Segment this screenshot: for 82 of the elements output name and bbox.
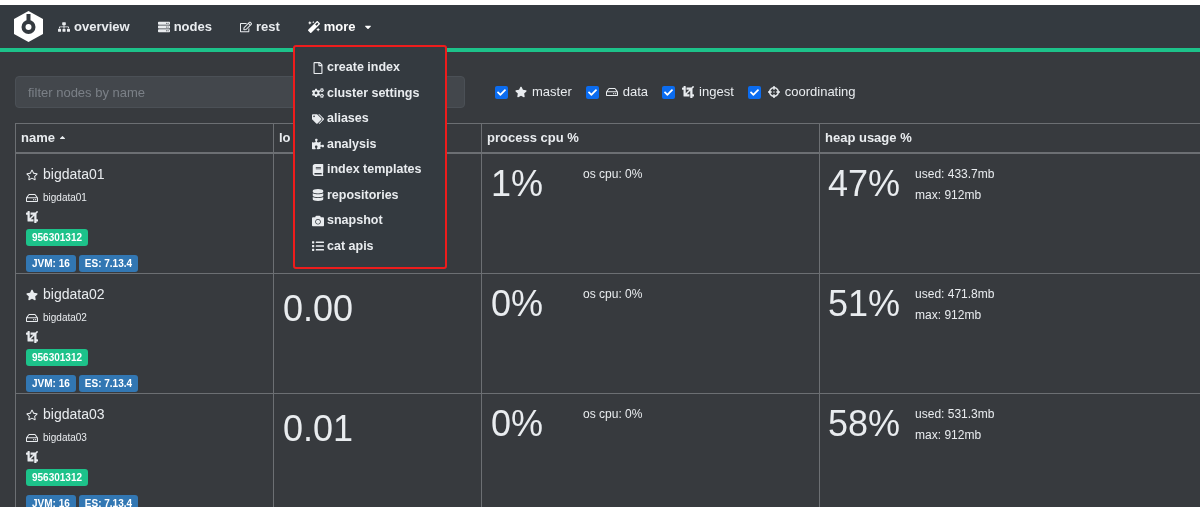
column-header: lo	[279, 129, 291, 148]
checkbox-label: coordinating	[784, 83, 856, 102]
os-cpu-text: os cpu: 0%	[583, 286, 643, 303]
crop-icon	[26, 211, 38, 223]
nav-link[interactable]: overview	[58, 16, 130, 37]
heap-max-text: max: 912mb	[915, 427, 983, 444]
tags-icon	[312, 112, 324, 125]
load-value: 0.01	[283, 408, 354, 449]
checkbox-label: data	[622, 83, 649, 102]
puzzle-icon	[312, 138, 324, 151]
column-header: process cpu %	[487, 129, 579, 148]
node-name: bigdata02	[43, 285, 105, 304]
checkbox-label: master	[532, 83, 572, 102]
checkbox[interactable]	[585, 85, 599, 99]
host-name: bigdata02	[43, 311, 87, 325]
menu-item[interactable]: cat apis	[295, 233, 445, 259]
cpu-value: 0%	[491, 282, 544, 326]
nav-link[interactable]: more	[307, 16, 373, 37]
version-badge: ES: 7.13.4	[78, 495, 139, 507]
list-icon	[312, 240, 324, 253]
checkbox[interactable]	[662, 85, 676, 99]
node-name: bigdata01	[43, 165, 105, 184]
host-name: bigdata03	[43, 431, 87, 445]
version-badge: JVM: 16	[26, 495, 76, 507]
heap-used-text: used: 471.8mb	[915, 286, 995, 303]
column-header: heap usage %	[825, 129, 912, 148]
menu-item[interactable]: aliases	[295, 106, 445, 132]
heap-value: 47%	[828, 162, 901, 206]
hard-drive-icon	[26, 431, 38, 444]
checkbox[interactable]	[747, 85, 761, 99]
version-badge: ES: 7.13.4	[78, 375, 139, 392]
heap-max-text: max: 912mb	[915, 187, 983, 204]
file-icon	[312, 61, 324, 74]
check-icon	[497, 87, 506, 97]
check-icon	[587, 87, 597, 97]
node-badge: 956301312	[26, 229, 89, 246]
host-name: bigdata01	[43, 191, 87, 205]
edit-icon	[239, 20, 252, 33]
load-value: 0.00	[283, 288, 354, 329]
heap-used-text: used: 433.7mb	[915, 166, 995, 183]
version-badge: JVM: 16	[26, 375, 76, 392]
heap-max-text: max: 912mb	[915, 307, 983, 324]
heap-value: 51%	[828, 282, 901, 326]
menu-item[interactable]: repositories	[295, 182, 445, 208]
version-badge: JVM: 16	[26, 255, 76, 272]
column-header: name	[21, 129, 55, 148]
checkbox-label: ingest	[699, 83, 734, 102]
check-icon	[749, 87, 759, 97]
server-icon	[157, 20, 170, 33]
book-icon	[312, 163, 324, 176]
menu-item[interactable]: index templates	[295, 157, 445, 183]
nav-link[interactable]: nodes	[157, 16, 212, 37]
database-icon	[312, 189, 324, 202]
node-name: bigdata03	[43, 405, 105, 424]
cpu-value: 0%	[491, 402, 544, 446]
menu-item[interactable]: analysis	[295, 131, 445, 157]
crop-icon	[26, 451, 38, 463]
heap-value: 58%	[828, 402, 901, 446]
sitemap-icon	[58, 20, 70, 33]
crop-icon	[682, 86, 695, 98]
os-cpu-text: os cpu: 0%	[583, 406, 643, 423]
hard-drive-icon	[26, 311, 38, 324]
hard-drive-icon	[605, 86, 618, 98]
heap-used-text: used: 531.3mb	[915, 406, 995, 423]
os-cpu-text: os cpu: 0%	[583, 166, 643, 183]
camera-icon	[312, 214, 324, 227]
star-icon	[515, 86, 527, 98]
checkbox[interactable]	[495, 85, 508, 99]
crosshair-icon	[767, 86, 780, 98]
gears-icon	[312, 87, 324, 100]
cpu-value: 1%	[491, 162, 544, 206]
hard-drive-icon	[26, 191, 38, 204]
menu-item[interactable]: snapshot	[295, 208, 445, 234]
version-badge: ES: 7.13.4	[78, 255, 139, 272]
logo-icon	[14, 11, 43, 42]
node-badge: 956301312	[26, 349, 89, 366]
nav-link[interactable]: rest	[239, 16, 280, 37]
menu-item[interactable]: cluster settings	[295, 80, 445, 106]
check-icon	[664, 87, 674, 97]
magic-wand-icon	[307, 20, 320, 33]
crop-icon	[26, 331, 38, 343]
node-badge: 956301312	[26, 469, 89, 486]
